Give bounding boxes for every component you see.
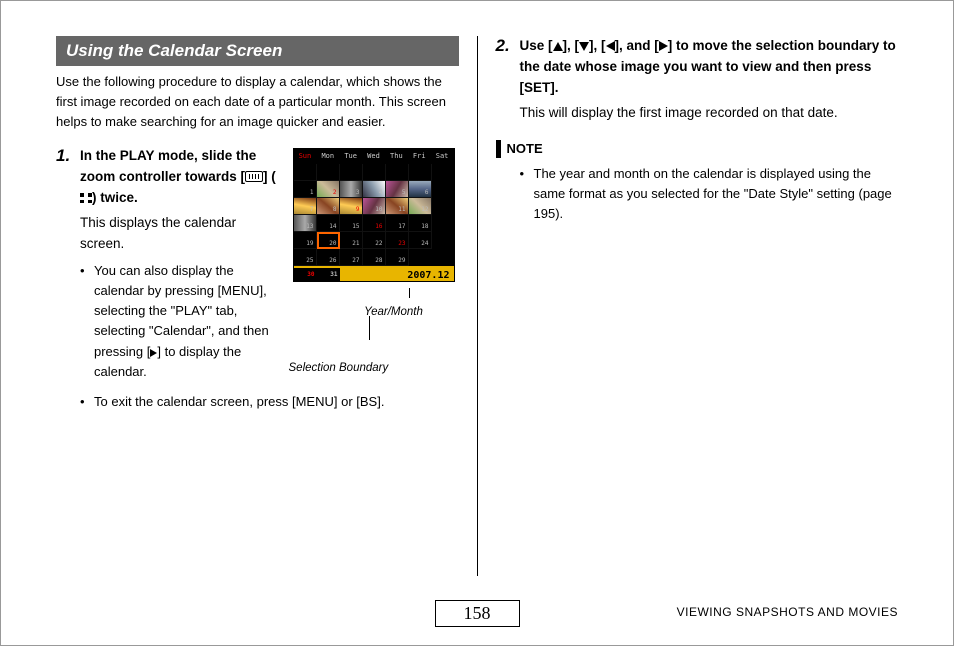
step-2: 2. Use [], [], [], and [] to move the se… [496,36,899,124]
step-1-number: 1. [56,146,80,416]
step-1-bullet-1: • You can also display the calendar by p… [80,261,281,382]
step-2-body: Use [], [], [], and [] to move the selec… [520,36,899,124]
intro-text: Use the following procedure to display a… [56,72,459,132]
page-footer: 158 [1,600,953,627]
down-arrow-icon [579,42,589,51]
step-1: 1. In the PLAY mode, slide the zoom cont… [56,146,459,416]
multi-image-icon [80,193,92,203]
up-arrow-icon [553,42,563,51]
section-heading: Using the Calendar Screen [56,36,459,66]
selection-boundary-label: Selection Boundary [289,360,459,378]
right-column: 2. Use [], [], [], and [] to move the se… [478,36,899,561]
step-1-bullet-2: • To exit the calendar screen, press [ME… [80,392,459,412]
wide-zoom-icon [245,171,263,182]
step-1-desc: This displays the calendar screen. [80,213,281,255]
year-month-label: Year/Month [309,304,479,322]
note-heading: NOTE [496,140,899,158]
calendar-figure: Sun Mon Tue Wed Thu Fri Sat 1 2345678 [289,146,459,385]
page-number: 158 [435,600,520,627]
step-1-body: In the PLAY mode, slide the zoom control… [80,146,459,416]
step-2-desc: This will display the first image record… [520,103,899,124]
note-bullet: • The year and month on the calendar is … [520,164,899,224]
note-bar-icon [496,140,501,158]
page-content: Using the Calendar Screen Use the follow… [1,1,953,561]
right-arrow-icon [659,41,668,51]
step-1-title: In the PLAY mode, slide the zoom control… [80,146,281,209]
left-arrow-icon [606,41,615,51]
selected-date-cell: 20 [317,232,340,249]
step-2-title: Use [], [], [], and [] to move the selec… [520,36,899,99]
left-column: Using the Calendar Screen Use the follow… [56,36,477,561]
step-2-number: 2. [496,36,520,124]
calendar-thumbnail: Sun Mon Tue Wed Thu Fri Sat 1 2345678 [293,148,455,282]
calendar-year-month: 3031 2007.12 [294,266,454,281]
